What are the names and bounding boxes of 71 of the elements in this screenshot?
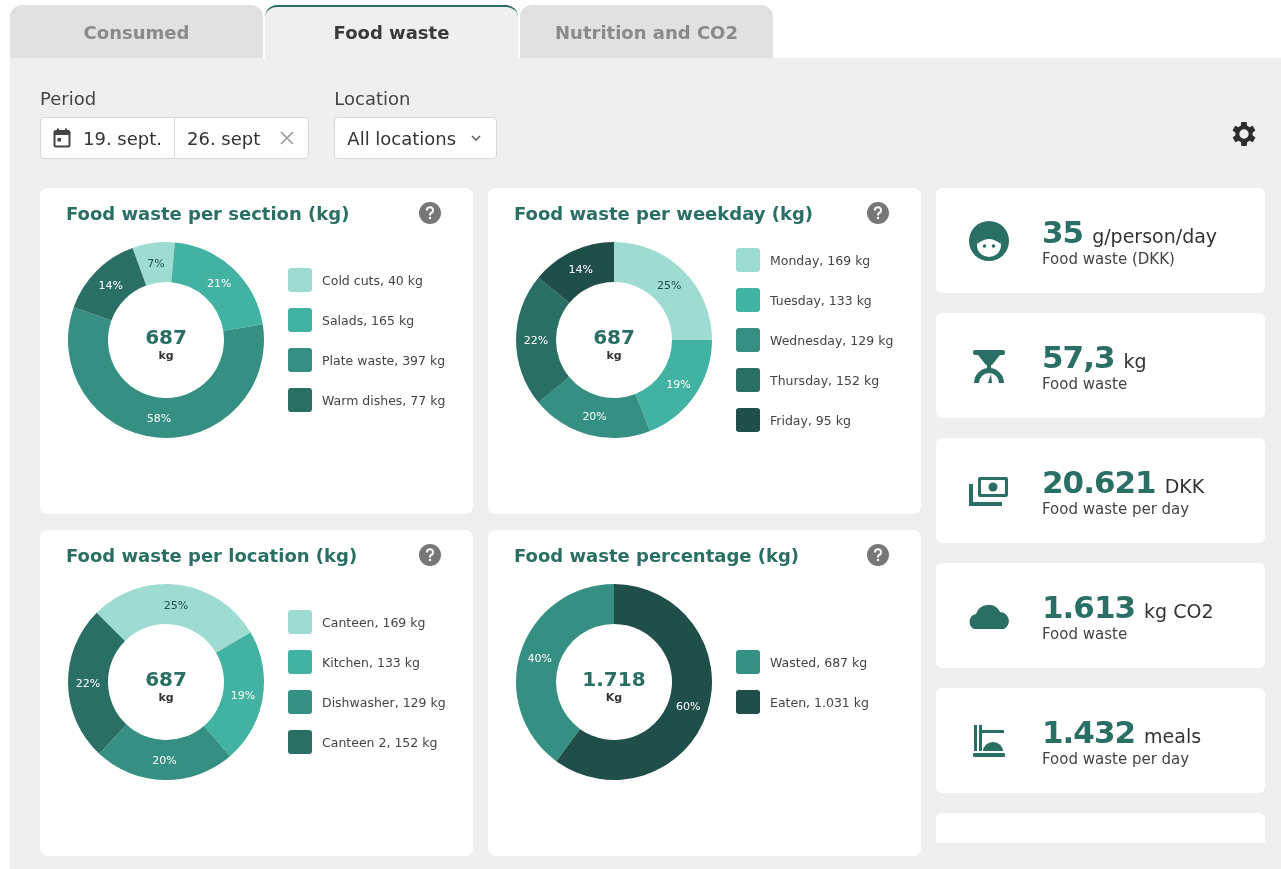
stat-label: Food waste per day [1042, 499, 1191, 518]
chart-title: Food waste per section (kg) [66, 202, 350, 224]
help-icon[interactable] [419, 202, 441, 224]
slice-label: 20% [152, 754, 177, 767]
slice-label: 14% [568, 263, 593, 277]
stat-unit: kg CO2 [1144, 599, 1214, 622]
legend-label: Canteen 2, 152 kg [322, 734, 438, 750]
stat-unit: g/person/day [1092, 224, 1218, 247]
legend-label: Warm dishes, 77 kg [322, 392, 446, 408]
legend-label: Wednesday, 129 kg [770, 332, 894, 348]
slice-label: 20% [582, 409, 607, 423]
legend-label: Tuesday, 133 kg [770, 292, 872, 308]
stat-value: 20.621 [1042, 463, 1156, 500]
total-value: 687 [593, 325, 635, 349]
stat-value: 57,3 [1042, 338, 1115, 375]
stat-value: 1.613 [1042, 588, 1136, 625]
stat-label: Food waste (DKK) [1042, 249, 1176, 268]
stat-label: Food waste [1042, 374, 1129, 393]
tab[interactable]: Food waste [265, 5, 518, 58]
legend-label: Dishwasher, 129 kg [322, 694, 446, 710]
stat-label: Food waste [1042, 624, 1129, 643]
end-date: 26. sept [187, 127, 261, 149]
period-label: Period [40, 88, 98, 109]
stat-unit: kg [1123, 349, 1147, 372]
legend-label: Canteen, 169 kg [322, 614, 426, 630]
total-unit: kg [158, 349, 174, 362]
calendar-icon [53, 128, 71, 148]
legend-label: Cold cuts, 40 kg [322, 272, 423, 288]
legend-label: Kitchen, 133 kg [322, 654, 420, 670]
legend-label: Eaten, 1.031 kg [770, 694, 869, 710]
slice-label: 40% [527, 651, 553, 665]
stat-unit: DKK [1164, 474, 1205, 497]
slice-label: 19% [666, 377, 691, 391]
chevron-down-icon [470, 134, 483, 142]
location-dropdown[interactable]: All locations [334, 117, 498, 159]
total-value: 687 [145, 325, 187, 349]
slice-label: 25% [656, 278, 682, 292]
legend-label: Salads, 165 kg [322, 312, 415, 328]
stat-unit: meals [1144, 724, 1202, 747]
slice-label: 25% [163, 598, 189, 612]
help-icon[interactable] [867, 544, 889, 566]
slice-label: 7% [147, 256, 165, 270]
legend-label: Thursday, 152 kg [770, 372, 880, 388]
slice-label: 22% [523, 334, 549, 347]
date-range-field[interactable]: 19. sept. 26. sept [40, 117, 310, 159]
chart-title: Food waste per location (kg) [66, 544, 358, 566]
total-unit: Kg [605, 691, 623, 704]
start-date: 19. sept. [83, 127, 162, 149]
slice-label: 60% [675, 700, 701, 714]
legend-label: Monday, 169 kg [770, 252, 871, 268]
stat-value: 1.432 [1042, 713, 1136, 750]
slice-label: 21% [206, 276, 232, 290]
chart-title: Food waste per weekday (kg) [514, 202, 814, 224]
close-icon[interactable] [280, 131, 295, 145]
slice-label: 19% [230, 688, 256, 702]
total-unit: kg [158, 691, 174, 704]
stat-label: Food waste per day [1042, 749, 1191, 768]
help-icon[interactable] [419, 544, 441, 566]
location-label: Location [334, 88, 412, 109]
total-value: 687 [145, 667, 187, 691]
slice-label: 14% [98, 279, 123, 293]
legend-label: Friday, 95 kg [770, 412, 851, 428]
help-icon[interactable] [867, 202, 889, 224]
total-unit: kg [606, 349, 622, 362]
slice-label: 22% [75, 677, 101, 691]
total-value: 1.718 [582, 667, 646, 691]
legend-label: Wasted, 687 kg [770, 654, 868, 670]
stat-value: 35 [1042, 213, 1084, 250]
chart-title: Food waste percentage (kg) [514, 544, 800, 566]
slice-label: 58% [146, 411, 172, 425]
legend-label: Plate waste, 397 kg [322, 352, 446, 368]
